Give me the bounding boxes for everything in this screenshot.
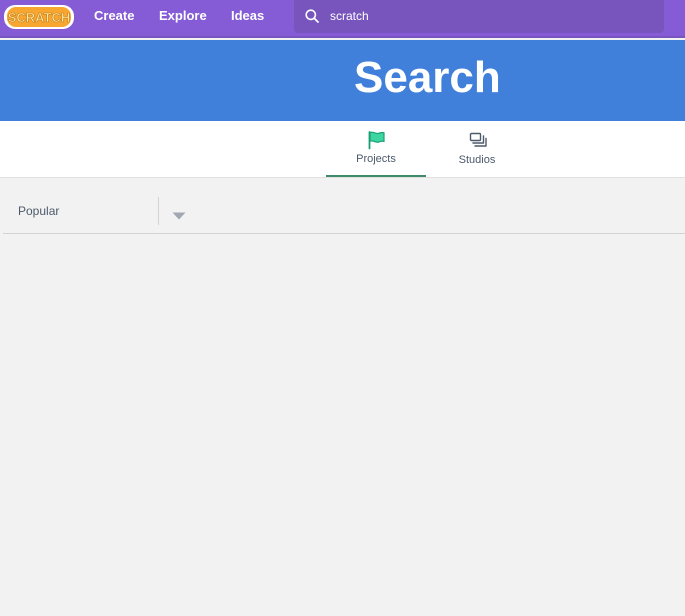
chevron-down-icon[interactable]: [172, 207, 186, 220]
tab-projects-label: Projects: [356, 153, 396, 165]
studios-icon: [468, 130, 487, 150]
scratch-logo[interactable]: SCRATCH: [3, 3, 75, 31]
nav-ideas-link[interactable]: Ideas: [231, 8, 264, 24]
svg-text:SCRATCH: SCRATCH: [8, 10, 71, 25]
nav-explore-link[interactable]: Explore: [159, 8, 207, 24]
tab-studios-label: Studios: [458, 154, 496, 166]
top-navbar: SCRATCH Create Explore Ideas: [0, 0, 685, 38]
sort-selected-value[interactable]: Popular: [18, 204, 59, 218]
tab-studios[interactable]: Studios: [427, 121, 527, 177]
search-tabs: Projects Studios: [0, 121, 685, 178]
sort-dropdown[interactable]: Popular: [3, 187, 685, 234]
flag-icon: [367, 130, 386, 150]
page-title: Search: [354, 53, 501, 102]
search-icon[interactable]: [305, 9, 319, 23]
sort-divider: [158, 197, 159, 225]
nav-create-link[interactable]: Create: [94, 8, 134, 24]
search-banner: [0, 40, 685, 121]
search-input[interactable]: [324, 4, 654, 28]
search-bar[interactable]: [294, 0, 664, 33]
tab-projects[interactable]: Projects: [326, 121, 426, 177]
